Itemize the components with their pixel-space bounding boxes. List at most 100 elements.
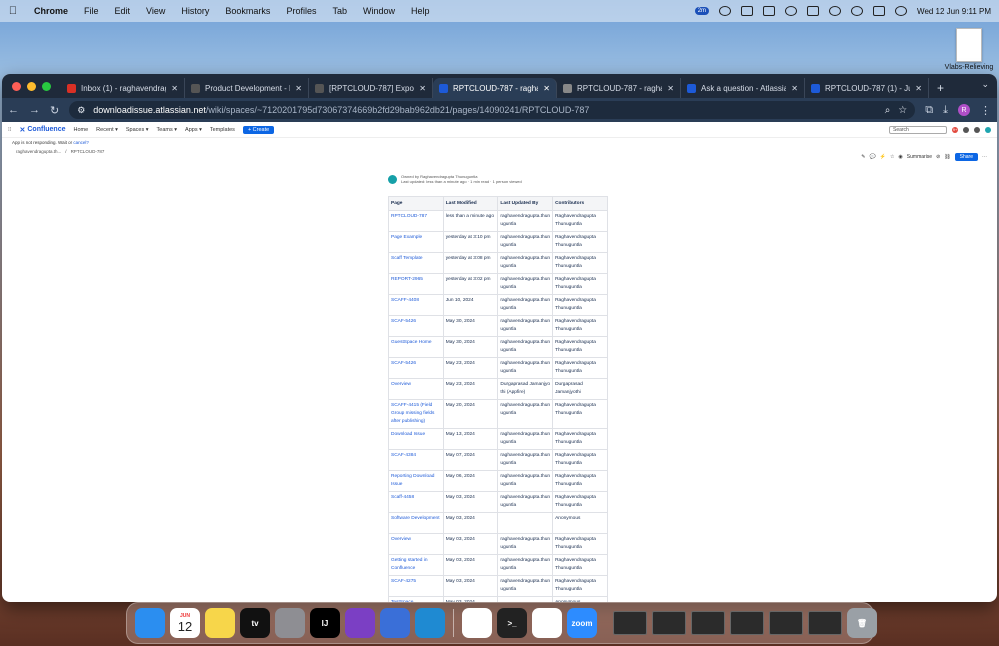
menubar-clock[interactable]: Wed 12 Jun 9:11 PM [917,7,991,16]
confluence-logo[interactable]: ✕ Confluence [20,126,66,134]
menu-help[interactable]: Help [403,6,438,16]
menu-app-name[interactable]: Chrome [26,6,76,16]
page-link[interactable]: REPORT-2965 [388,273,444,295]
close-tab-icon[interactable]: ✕ [419,84,426,93]
page-link[interactable]: SCAFF-4408 [388,294,444,316]
app-switcher-icon[interactable]: ⁝⁝ [8,127,12,133]
page-link[interactable]: SCAF-5426 [388,315,444,337]
download-icon[interactable]: ⤓ [943,104,948,117]
browser-tab[interactable]: Ask a question - Atlassia ✕ [681,78,805,98]
watch-icon[interactable]: ◉ [898,154,902,160]
minimized-window[interactable] [652,611,686,635]
more-actions-icon[interactable]: ⋯ [982,154,987,160]
page-link[interactable]: RPTCLOUD-787 [388,210,444,232]
menu-view[interactable]: View [138,6,173,16]
github-desktop-icon[interactable] [345,608,375,638]
star-icon[interactable]: ☆ [890,154,894,160]
menu-file[interactable]: File [76,6,107,16]
status-badge[interactable]: 2m [694,7,710,15]
page-link[interactable]: Overview [388,533,444,555]
nav-apps[interactable]: Apps ▾ [185,127,202,133]
more-menu-icon[interactable]: ⋮ [980,104,991,117]
comment-icon[interactable]: 💬 [869,154,875,160]
owner-avatar[interactable] [388,174,397,184]
browser-tab[interactable]: Product Development - R ✕ [185,78,309,98]
summarise-button[interactable]: Summarise [907,154,932,160]
calendar-icon[interactable]: JUN 12 [170,608,200,638]
proxyman-icon[interactable] [380,608,410,638]
sync-icon[interactable] [719,6,732,16]
back-icon[interactable]: ← [8,104,19,116]
apple-logo-icon[interactable]:  [0,5,26,17]
app-status-icon[interactable] [763,6,776,16]
link-icon[interactable]: ⛓ [944,154,950,160]
notifications-icon[interactable]: 9+ [952,126,958,133]
page-link[interactable]: Overview [388,378,444,400]
automation-icon[interactable]: ⚡ [880,154,886,160]
moon-icon[interactable] [785,6,798,16]
minimized-window[interactable] [769,611,803,635]
desktop-file[interactable]: Vlabs-Relieving [944,28,994,71]
minimized-window[interactable] [808,611,842,635]
terminal-icon[interactable]: >_ [497,608,527,638]
page-link[interactable]: Reporting Download Issue [388,470,444,492]
browser-tab[interactable]: RPTCLOUD-787 - raghav ✕ [433,78,557,98]
wifi-icon[interactable] [829,6,842,16]
chevron-down-icon[interactable]: ⌄ [981,79,989,90]
forward-icon[interactable]: → [29,104,40,116]
breadcrumb-space[interactable]: raghavendragupta.th... [16,149,61,154]
intellij-icon[interactable]: IJ [310,608,340,638]
minimized-window[interactable] [691,611,725,635]
menu-window[interactable]: Window [355,6,403,16]
page-link[interactable]: Software Development [388,512,444,534]
create-button[interactable]: + Create [242,125,275,134]
close-tab-icon[interactable]: ✕ [171,84,178,93]
edit-icon[interactable]: ✎ [861,154,865,160]
page-link[interactable]: Scaff-4458 [388,491,444,513]
page-link[interactable]: Scaff Template [388,252,444,274]
zoom-icon[interactable]: ⌕ [885,105,891,116]
minimized-window[interactable] [730,611,764,635]
vscode-icon[interactable] [415,608,445,638]
chrome-icon[interactable] [532,608,562,638]
menu-tab[interactable]: Tab [324,6,355,16]
bookmark-star-icon[interactable]: ☆ [898,105,907,116]
close-tab-icon[interactable]: ✕ [915,84,922,93]
zoom-icon[interactable]: zoom [567,608,597,638]
browser-tab[interactable]: [RPTCLOUD-787] Export ✕ [309,78,433,98]
menu-bookmarks[interactable]: Bookmarks [217,6,278,16]
finder-icon[interactable] [135,608,165,638]
close-window-icon[interactable] [12,81,21,91]
page-link[interactable]: SCAF-4384 [388,449,444,471]
page-link[interactable]: SCAF-5426 [388,357,444,379]
reload-icon[interactable]: ↻ [50,104,59,117]
apple-tv-icon[interactable]: tv [240,608,270,638]
browser-tab[interactable]: RPTCLOUD-787 - raghav ✕ [557,78,681,98]
battery-icon[interactable] [807,6,820,16]
user-flag-icon[interactable] [895,6,908,16]
page-link[interactable]: GuestSpace Home [388,336,444,358]
user-avatar[interactable] [985,126,991,133]
nav-recent[interactable]: Recent ▾ [96,127,118,133]
site-info-icon[interactable]: ⚙ [77,105,85,116]
page-link[interactable]: SCAF-4275 [388,575,444,597]
search-input[interactable]: Search [889,125,947,134]
breadcrumb-page[interactable]: RPTCLOUD-787 [71,149,105,154]
nav-home[interactable]: Home [74,127,89,133]
restrictions-icon[interactable]: ⊘ [936,154,940,160]
nav-spaces[interactable]: Spaces ▾ [126,127,149,133]
help-icon[interactable] [963,126,969,133]
control-center-icon[interactable] [873,6,886,16]
minimized-window[interactable] [613,611,647,635]
extensions-icon[interactable]: ⧉ [925,104,933,117]
address-bar[interactable]: ⚙ downloadissue.atlassian.net/wiki/space… [69,101,916,119]
close-tab-icon[interactable]: ✕ [543,84,550,93]
search-icon[interactable] [851,6,864,16]
profile-avatar[interactable]: R [958,104,970,116]
close-tab-icon[interactable]: ✕ [667,84,674,93]
nav-teams[interactable]: Teams ▾ [157,127,178,133]
trash-icon[interactable]: 🗑 [847,608,877,638]
browser-tab[interactable]: RPTCLOUD-787 (1) - Jun ✕ [805,78,929,98]
minimize-window-icon[interactable] [27,81,36,91]
slack-icon[interactable] [462,608,492,638]
